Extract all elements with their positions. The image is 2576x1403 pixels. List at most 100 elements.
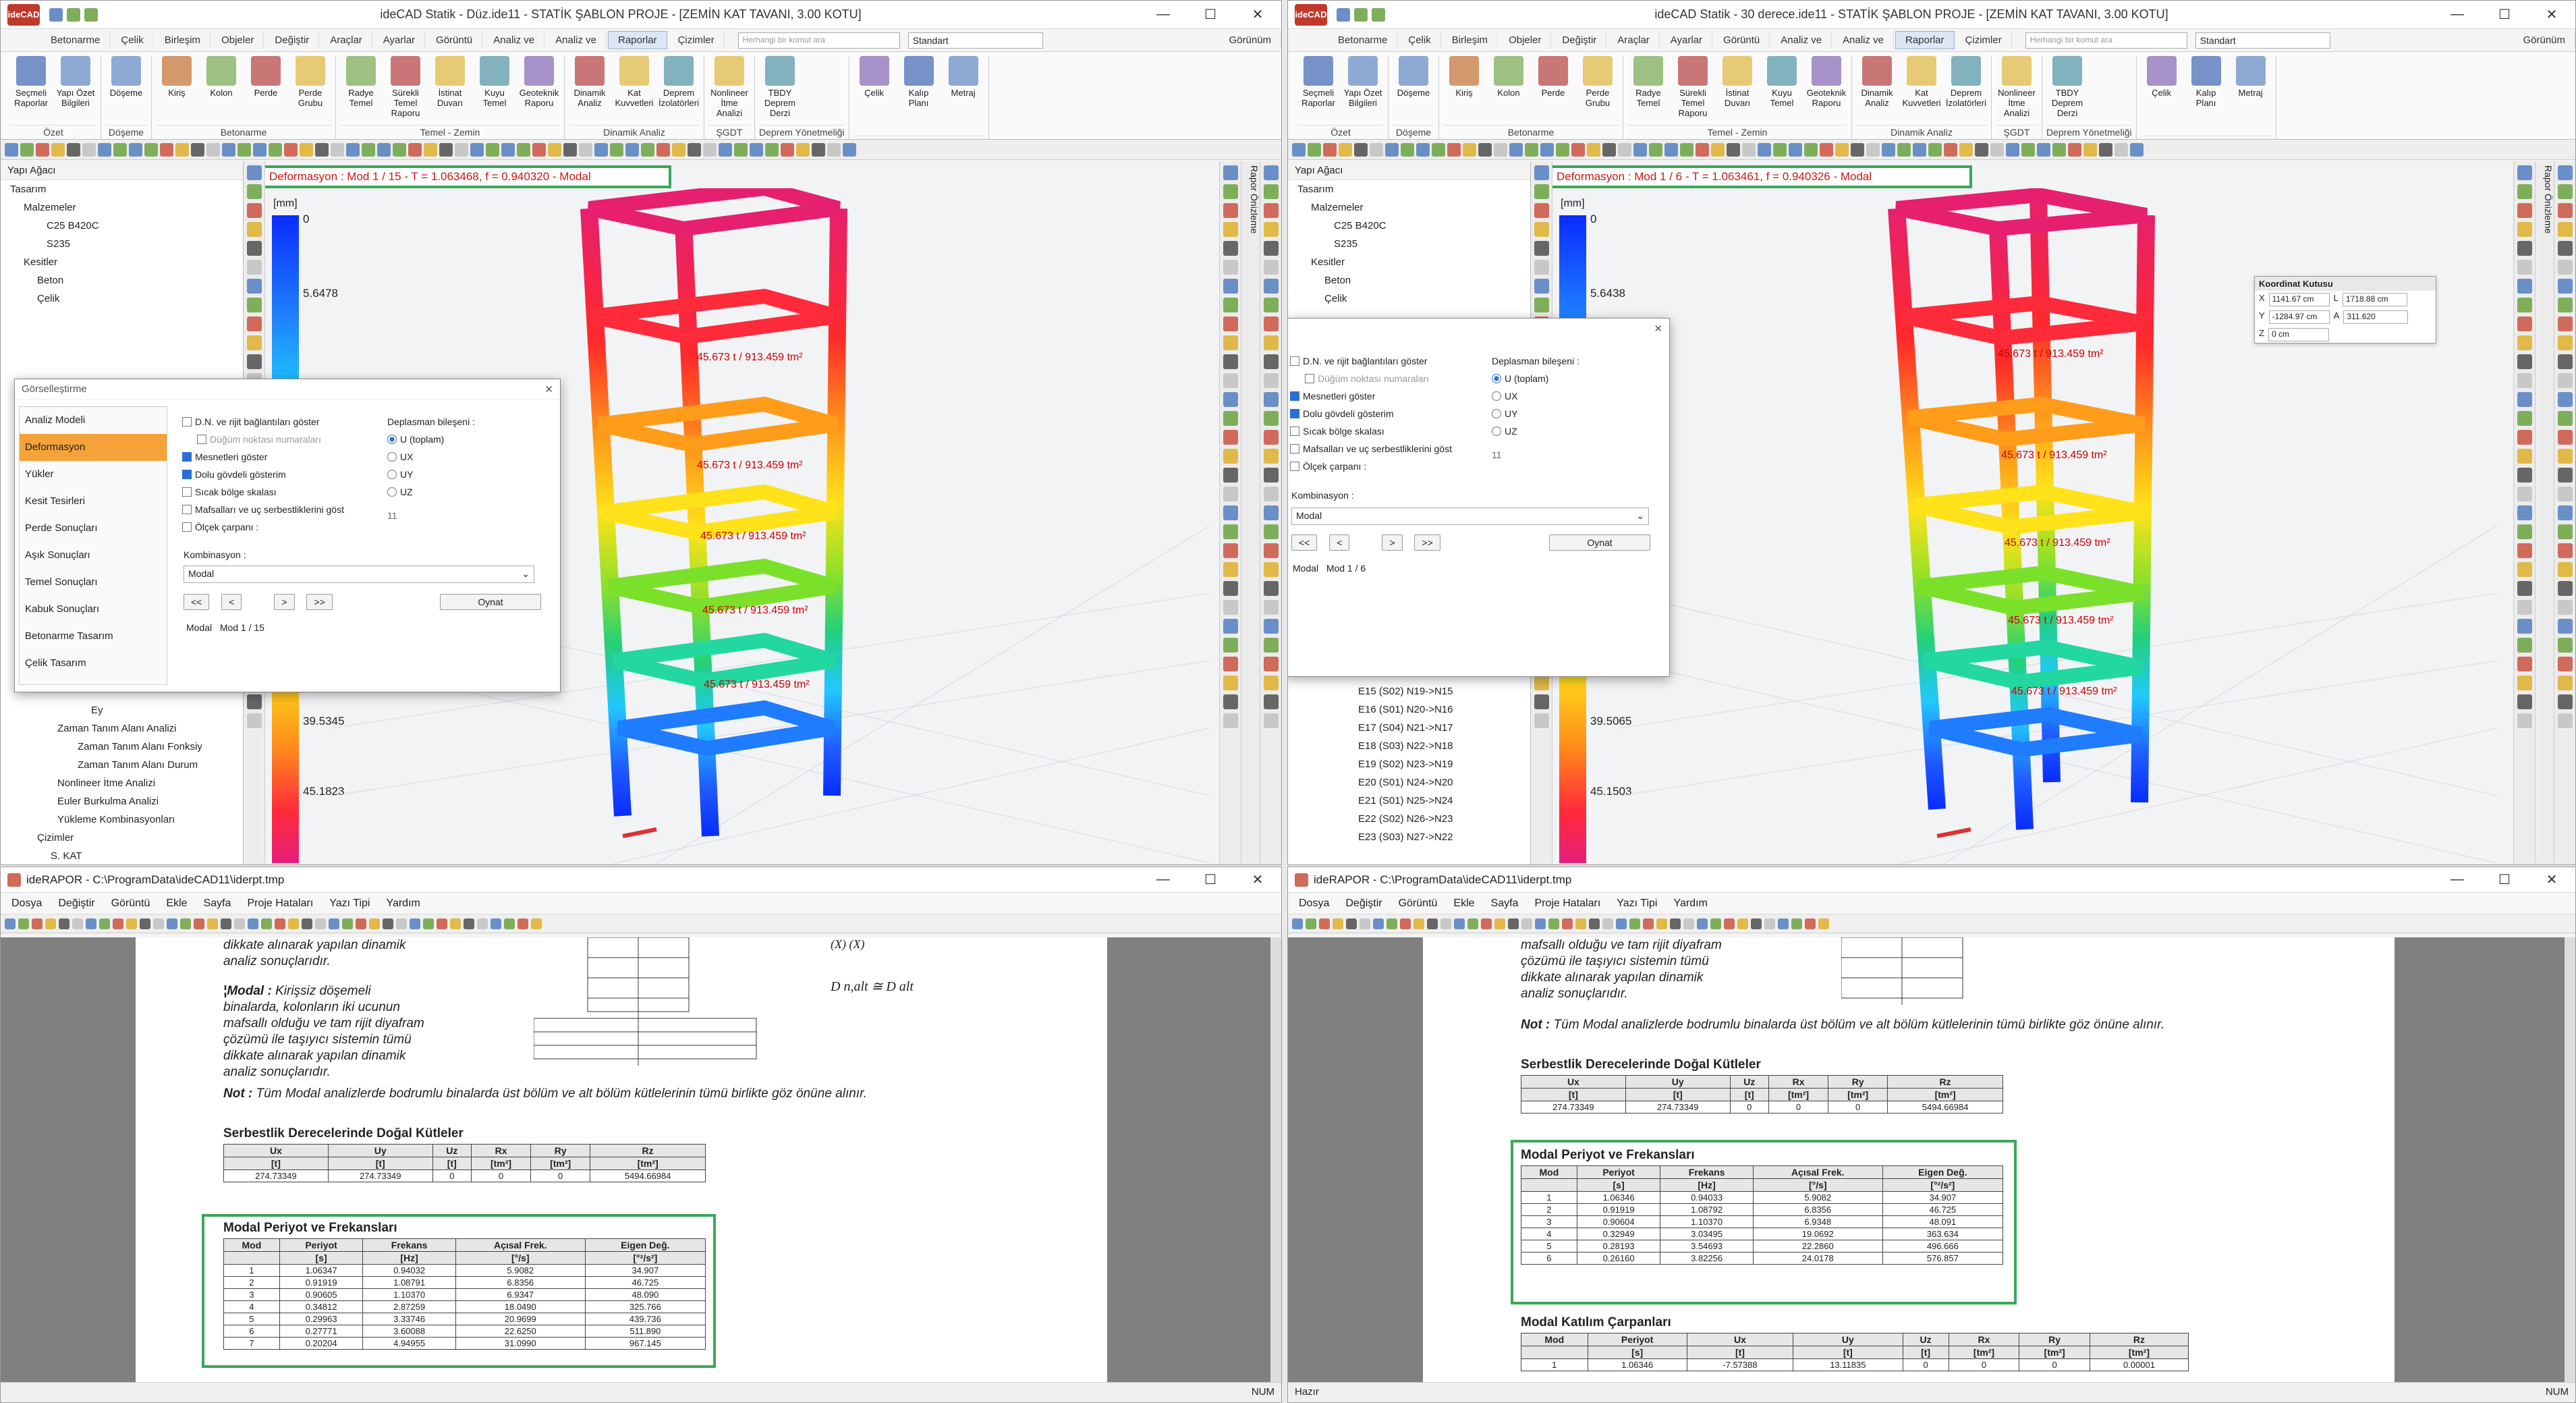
tool-icon[interactable] [1223,335,1238,350]
toolbar-icon[interactable] [167,918,177,929]
disp-u-radio[interactable]: U (toplam) [1492,370,1579,387]
toolbar-icon[interactable] [86,918,96,929]
tree-node[interactable]: S235 [1297,235,1530,253]
tool-icon[interactable] [1223,373,1238,388]
draw-tool-icon[interactable] [1292,142,1306,157]
dialog-close-icon[interactable]: ✕ [1654,323,1662,335]
draw-tool-icon[interactable] [1773,142,1787,157]
tree-node[interactable]: S. KAT [10,847,202,864]
tool-icon[interactable] [2557,430,2573,445]
command-search-input[interactable]: Herhangi bir komut ara [737,32,900,49]
ribbon-button[interactable]: Nonlineer İtme Analizi [1996,56,2038,125]
ribbon-button[interactable]: Kolon [200,56,242,125]
draw-tool-icon[interactable] [501,142,515,157]
draw-tool-icon[interactable] [1385,142,1399,157]
toolbar-icon[interactable] [1697,918,1708,929]
menu-item[interactable]: Dosya [1291,898,1337,910]
tool-icon[interactable] [2517,260,2532,275]
toolbar-icon[interactable] [356,918,366,929]
tree-node[interactable]: Ey [10,701,202,719]
toolbar-icon[interactable] [153,918,164,929]
draw-tool-icon[interactable] [517,142,530,157]
ribbon-button[interactable]: Kalıp Planı [898,56,940,136]
tool-icon[interactable] [2517,638,2532,653]
ribbon-button[interactable]: Deprem İzolatörleri [1945,56,1987,125]
tool-icon[interactable] [1263,449,1279,464]
draw-tool-icon[interactable] [1633,142,1647,157]
draw-tool-icon[interactable] [51,142,65,157]
ribbon-tab[interactable]: Çizimler [1956,32,2012,49]
tool-icon[interactable] [1263,713,1279,728]
tool-icon[interactable] [2557,203,2573,218]
tool-icon[interactable] [2517,487,2532,501]
draw-tool-icon[interactable] [1618,142,1631,157]
toolbar-icon[interactable] [396,918,407,929]
toolbar-icon[interactable] [1494,918,1505,929]
dialog-category-item[interactable]: Temel Sonuçları [25,569,167,596]
ribbon-button[interactable]: Dinamik Analiz [569,56,611,125]
dialog-category-item[interactable]: Aşık Sonuçları [25,542,167,569]
tool-icon[interactable] [2517,694,2532,709]
ribbon-button[interactable]: Metraj [2230,56,2272,136]
ribbon-button[interactable]: Perde [245,56,287,125]
tool-icon[interactable] [1223,411,1238,426]
ribbon-button[interactable]: Deprem İzolatörleri [658,56,700,125]
tool-icon[interactable] [2557,354,2573,369]
tree-node[interactable]: S235 [10,235,243,253]
tool-icon[interactable] [1223,298,1238,312]
toolbar-icon[interactable] [517,918,528,929]
scale-factor-checkbox[interactable]: Ölçek çarpanı : [1290,458,1486,475]
toolbar-icon[interactable] [1589,918,1600,929]
last-mode-button[interactable]: >> [306,594,333,610]
toolbar-icon[interactable] [1683,918,1694,929]
prev-mode-button[interactable]: < [1329,534,1350,551]
solid-view-checkbox[interactable]: Dolu gövdeli gösterim [1290,405,1486,422]
menu-item[interactable]: Yazı Tipi [1608,898,1665,910]
tool-icon[interactable] [2557,487,2573,501]
draw-tool-icon[interactable] [20,142,34,157]
node-numbers-checkbox[interactable]: Düğüm noktası numaraları [182,431,385,448]
minimize-icon[interactable]: — [1140,1,1187,29]
tool-icon[interactable] [2557,335,2573,350]
tool-icon[interactable] [2557,676,2573,690]
tool-icon[interactable] [2557,713,2573,728]
draw-tool-icon[interactable] [1944,142,1957,157]
toolbar-icon[interactable] [234,918,245,929]
draw-tool-icon[interactable] [315,142,329,157]
draw-tool-icon[interactable] [1727,142,1740,157]
draw-tool-icon[interactable] [1525,142,1538,157]
toolbar-icon[interactable] [99,918,110,929]
ribbon-button[interactable]: Yapı Özet Bilgileri [1342,56,1384,125]
draw-tool-icon[interactable] [470,142,484,157]
tool-icon[interactable] [2517,619,2532,634]
tool-icon[interactable] [1263,430,1279,445]
menu-item[interactable]: Değiştir [1337,898,1390,910]
draw-tool-icon[interactable] [1804,142,1818,157]
tool-icon[interactable] [2517,543,2532,558]
draw-tool-icon[interactable] [812,142,825,157]
tool-icon[interactable] [2557,505,2573,520]
ribbon-button[interactable]: Metraj [943,56,984,136]
toolbar-icon[interactable] [1413,918,1424,929]
tool-icon[interactable] [1223,165,1238,180]
tool-icon[interactable] [1263,505,1279,520]
toolbar-icon[interactable] [491,918,501,929]
tool-icon[interactable] [1223,184,1238,199]
draw-tool-icon[interactable] [594,142,608,157]
tool-icon[interactable] [2517,524,2532,539]
toolbar-icon[interactable] [248,918,258,929]
draw-tool-icon[interactable] [1556,142,1569,157]
draw-tool-icon[interactable] [2021,142,2035,157]
toolbar-icon[interactable] [1629,918,1640,929]
tool-icon[interactable] [2517,449,2532,464]
tool-icon[interactable] [1223,524,1238,539]
report-preview-tab[interactable]: Rapor Önizleme [1241,161,1260,864]
draw-tool-icon[interactable] [672,142,685,157]
tool-icon[interactable] [2557,298,2573,312]
play-button[interactable]: Oynat [1549,534,1650,551]
tool-icon[interactable] [2557,392,2573,407]
draw-tool-icon[interactable] [532,142,546,157]
menu-item[interactable]: Dosya [3,898,50,910]
toolbar-icon[interactable] [329,918,339,929]
ribbon-tab[interactable]: Araçlar [1608,32,1660,49]
